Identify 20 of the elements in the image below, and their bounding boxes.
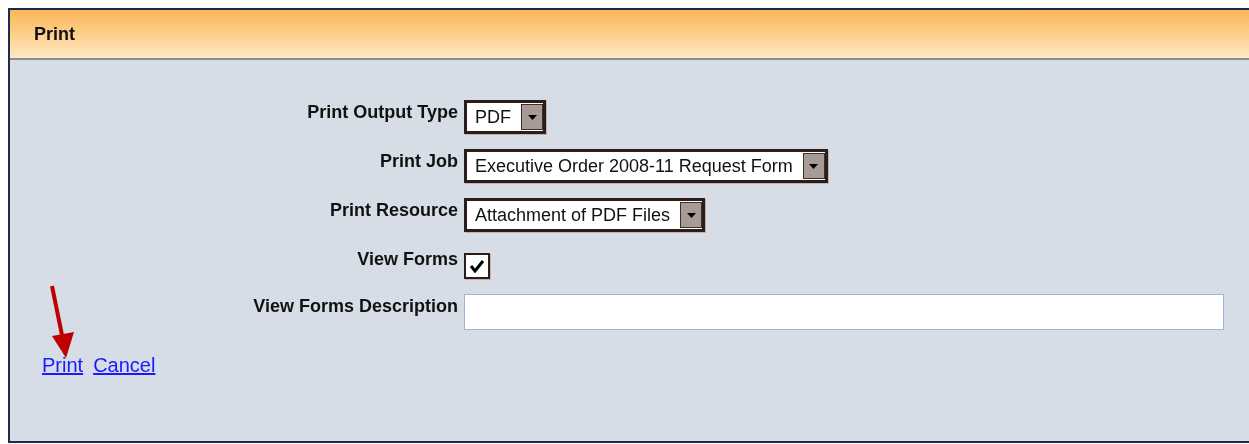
link[interactable]: Cancel	[93, 354, 156, 377]
dropdown-button[interactable]	[521, 104, 543, 130]
caret-icon	[527, 114, 537, 120]
field-label: View Forms	[357, 248, 458, 270]
field-label: View Forms Description	[253, 295, 458, 317]
dropdown-field[interactable]: Executive Order 2008-11 Request Form	[464, 149, 828, 183]
caret-icon	[809, 163, 819, 169]
dropdown-button[interactable]	[680, 202, 703, 228]
panel-title: Print	[34, 23, 75, 45]
input-field[interactable]	[464, 294, 1224, 330]
field-label: Print Job	[380, 150, 458, 172]
field-label: Print Output Type	[307, 101, 458, 123]
dropdown-button[interactable]	[802, 153, 825, 179]
checkmark-icon	[469, 259, 485, 273]
checkbox[interactable]	[464, 253, 490, 279]
dropdown-field[interactable]: PDF	[464, 100, 546, 134]
dropdown-field[interactable]: Attachment of PDF Files	[464, 198, 706, 232]
caret-icon	[686, 212, 696, 218]
link[interactable]: Print	[42, 354, 84, 377]
field-label: Print Resource	[329, 199, 458, 221]
